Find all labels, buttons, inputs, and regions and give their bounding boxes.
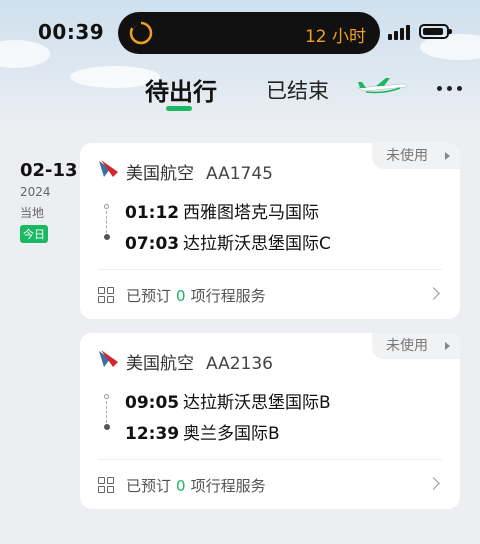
today-badge: 今日 (20, 225, 48, 243)
route-line (106, 211, 107, 233)
more-icon[interactable] (437, 86, 463, 92)
status-tag[interactable]: 未使用 (372, 333, 460, 359)
grid-icon (98, 287, 114, 303)
departure-segment: 01:12 西雅图塔克马国际 (125, 198, 319, 223)
status-tag-label: 未使用 (386, 148, 428, 164)
arrival-airport: 达拉斯沃思堡国际C (183, 234, 331, 254)
departure-dot (104, 394, 109, 399)
tab-upcoming[interactable]: 待出行 (145, 72, 217, 107)
flight-number: AA1745 (206, 164, 273, 184)
arrival-segment: 12:39 奥兰多国际B (125, 419, 280, 444)
service-count: 0 (176, 477, 186, 495)
divider (98, 269, 442, 270)
airline-logo-icon (99, 350, 118, 367)
date-year: 2024 (20, 185, 51, 199)
trip-card[interactable]: 未使用 美国航空 AA1745 01:12 西雅图塔克马国际 07:03 达拉斯沃思堡… (80, 143, 460, 319)
date-month-day: 02-13 (20, 160, 78, 181)
date-group: 02-13 2024 当地 今日 (20, 160, 80, 243)
departure-airport: 西雅图塔克马国际 (183, 203, 319, 223)
service-count: 0 (176, 287, 186, 305)
arrival-segment: 07:03 达拉斯沃思堡国际C (125, 229, 331, 254)
service-summary: 已预订 0 项行程服务 (126, 285, 266, 306)
service-suffix: 项行程服务 (190, 477, 266, 495)
airline-info: 美国航空 AA1745 (126, 159, 273, 184)
service-prefix: 已预订 (126, 477, 172, 495)
timer-text: 12 小时 (304, 27, 366, 47)
arrival-dot (104, 424, 110, 430)
flight-number: AA2136 (206, 354, 273, 374)
dynamic-island[interactable]: 12 小时 (118, 12, 380, 54)
status-bar: 00:39 12 小时 (0, 0, 480, 64)
route-line (106, 401, 107, 423)
grid-icon (98, 477, 114, 493)
battery-icon (419, 24, 452, 39)
departure-time: 01:12 (125, 203, 180, 223)
departure-airport: 达拉斯沃思堡国际B (183, 393, 331, 413)
service-suffix: 项行程服务 (190, 287, 266, 305)
tab-finished[interactable]: 已结束 (266, 75, 329, 105)
chevron-right-icon[interactable] (427, 477, 440, 490)
date-timezone-label: 当地 (20, 206, 45, 220)
airline-name: 美国航空 (126, 164, 194, 184)
airplane-icon (357, 78, 407, 94)
service-prefix: 已预订 (126, 287, 172, 305)
status-tag[interactable]: 未使用 (372, 143, 460, 169)
arrival-dot (104, 234, 110, 240)
status-tag-label: 未使用 (386, 338, 428, 354)
airline-info: 美国航空 AA2136 (126, 349, 273, 374)
arrival-time: 12:39 (125, 424, 180, 444)
chevron-right-icon[interactable] (427, 287, 440, 300)
trip-card[interactable]: 未使用 美国航空 AA2136 09:05 达拉斯沃思堡国际B 12:39 奥兰多国际… (80, 333, 460, 509)
tab-active-indicator (166, 106, 192, 111)
airline-name: 美国航空 (126, 354, 194, 374)
service-summary: 已预订 0 项行程服务 (126, 475, 266, 496)
timer-icon (129, 21, 153, 45)
departure-segment: 09:05 达拉斯沃思堡国际B (125, 388, 331, 413)
arrival-airport: 奥兰多国际B (183, 424, 280, 444)
airline-logo-icon (99, 160, 118, 177)
departure-dot (104, 204, 109, 209)
signal-icon (388, 24, 414, 40)
clock-time: 00:39 (38, 20, 105, 44)
tag-arrow-icon (445, 342, 450, 350)
tag-arrow-icon (445, 152, 450, 160)
departure-time: 09:05 (125, 393, 180, 413)
arrival-time: 07:03 (125, 234, 180, 254)
divider (98, 459, 442, 460)
